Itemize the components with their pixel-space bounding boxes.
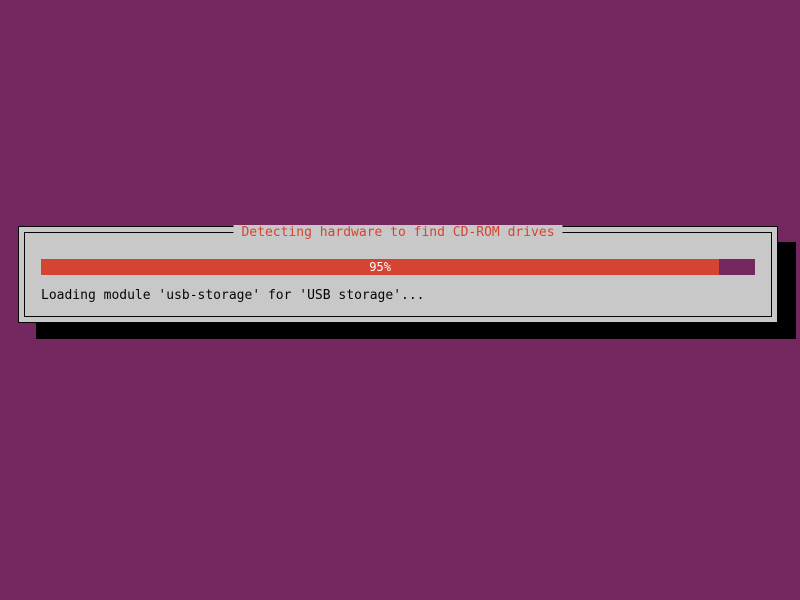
- progress-fill: 95%: [41, 259, 719, 275]
- progress-percent-label: 95%: [369, 260, 391, 274]
- status-text: Loading module 'usb-storage' for 'USB st…: [41, 288, 425, 303]
- progress-bar: 95%: [41, 259, 755, 275]
- dialog-border: Detecting hardware to find CD-ROM drives…: [24, 232, 772, 317]
- dialog: Detecting hardware to find CD-ROM drives…: [18, 226, 778, 323]
- dialog-title: Detecting hardware to find CD-ROM drives: [233, 225, 562, 240]
